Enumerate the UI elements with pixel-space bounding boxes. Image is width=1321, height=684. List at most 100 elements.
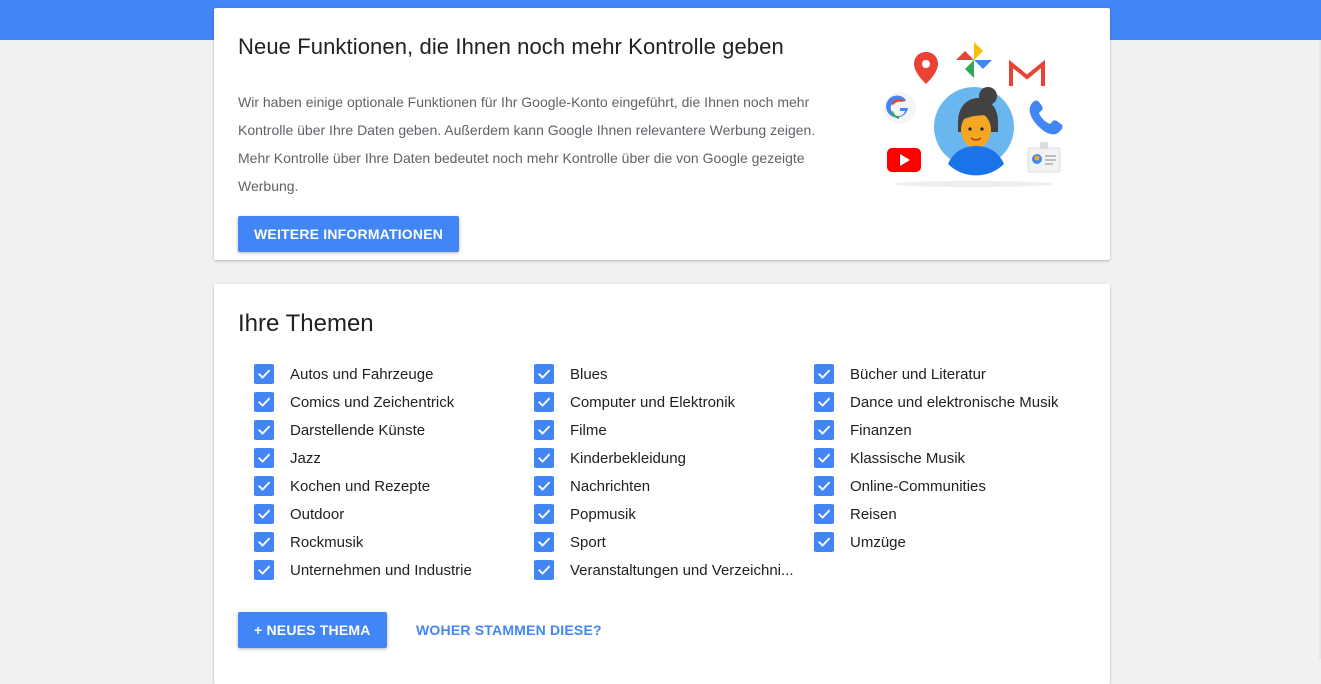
topic-label: Dance und elektronische Musik: [850, 393, 1059, 411]
topic-checkbox[interactable]: [254, 532, 274, 552]
topics-column: Bücher und Literatur Dance und elektroni…: [814, 360, 1084, 556]
checkmark-icon: [258, 565, 271, 575]
topic-label: Reisen: [850, 505, 897, 523]
topic-item[interactable]: Veranstaltungen und Verzeichni...: [534, 556, 804, 584]
checkmark-icon: [538, 369, 551, 379]
checkmark-icon: [258, 453, 271, 463]
topic-checkbox[interactable]: [254, 420, 274, 440]
topic-checkbox[interactable]: [814, 476, 834, 496]
topic-item[interactable]: Filme: [534, 416, 804, 444]
topic-item[interactable]: Kochen und Rezepte: [254, 472, 524, 500]
topics-column: Autos und Fahrzeuge Comics und Zeichentr…: [254, 360, 524, 584]
topics-column: Blues Computer und Elektronik Filme Kind…: [534, 360, 804, 584]
topic-label: Bücher und Literatur: [850, 365, 986, 383]
topic-label: Kinderbekleidung: [570, 449, 686, 467]
topic-checkbox[interactable]: [534, 560, 554, 580]
illustration-shadow: [893, 181, 1053, 187]
topic-item[interactable]: Popmusik: [534, 500, 804, 528]
checkmark-icon: [258, 537, 271, 547]
topic-item[interactable]: Finanzen: [814, 416, 1084, 444]
topic-item[interactable]: Sport: [534, 528, 804, 556]
topic-item[interactable]: Computer und Elektronik: [534, 388, 804, 416]
topic-item[interactable]: Autos und Fahrzeuge: [254, 360, 524, 388]
topic-item[interactable]: Outdoor: [254, 500, 524, 528]
user-avatar-icon: [934, 87, 1014, 176]
topic-item[interactable]: Dance und elektronische Musik: [814, 388, 1084, 416]
topic-item[interactable]: Rockmusik: [254, 528, 524, 556]
checkmark-icon: [818, 537, 831, 547]
maps-pin-icon: [914, 52, 938, 84]
topic-label: Klassische Musik: [850, 449, 966, 467]
add-topic-button[interactable]: + NEUES THEMA: [238, 612, 387, 648]
topic-checkbox[interactable]: [254, 364, 274, 384]
topic-item[interactable]: Nachrichten: [534, 472, 804, 500]
topics-card: Ihre Themen Autos und Fahrzeuge Comics u…: [214, 284, 1110, 684]
topic-checkbox[interactable]: [534, 364, 554, 384]
topic-label: Darstellende Künste: [290, 421, 426, 439]
promo-card: Neue Funktionen, die Ihnen noch mehr Kon…: [214, 8, 1110, 260]
topic-label: Jazz: [290, 449, 321, 467]
gmail-icon: [1009, 59, 1045, 86]
topic-checkbox[interactable]: [254, 392, 274, 412]
topic-checkbox[interactable]: [254, 560, 274, 580]
topic-checkbox[interactable]: [254, 504, 274, 524]
topic-checkbox[interactable]: [254, 476, 274, 496]
contact-card-icon: [1027, 142, 1061, 173]
topic-label: Umzüge: [850, 533, 906, 551]
topic-label: Popmusik: [570, 505, 636, 523]
topic-label: Outdoor: [290, 505, 345, 523]
promo-title: Neue Funktionen, die Ihnen noch mehr Kon…: [238, 34, 784, 59]
checkmark-icon: [258, 481, 271, 491]
checkmark-icon: [538, 481, 551, 491]
topic-label: Kochen und Rezepte: [290, 477, 431, 495]
topic-item[interactable]: Reisen: [814, 500, 1084, 528]
google-g-icon: [884, 92, 916, 124]
checkmark-icon: [258, 425, 271, 435]
topic-item[interactable]: Bücher und Literatur: [814, 360, 1084, 388]
checkmark-icon: [538, 509, 551, 519]
checkmark-icon: [538, 565, 551, 575]
topic-checkbox[interactable]: [814, 364, 834, 384]
topics-source-link[interactable]: WOHER STAMMEN DIESE?: [416, 622, 602, 638]
topic-label: Sport: [570, 533, 606, 551]
checkmark-icon: [258, 369, 271, 379]
checkmark-icon: [258, 509, 271, 519]
topic-item[interactable]: Online-Communities: [814, 472, 1084, 500]
topic-label: Comics und Zeichentrick: [290, 393, 455, 411]
topic-checkbox[interactable]: [534, 476, 554, 496]
topic-item[interactable]: Kinderbekleidung: [534, 444, 804, 472]
topic-item[interactable]: Jazz: [254, 444, 524, 472]
topic-checkbox[interactable]: [814, 504, 834, 524]
phone-icon: [1029, 100, 1063, 135]
topic-checkbox[interactable]: [814, 392, 834, 412]
topic-checkbox[interactable]: [254, 448, 274, 468]
topic-label: Blues: [570, 365, 608, 383]
checkmark-icon: [258, 397, 271, 407]
topic-checkbox[interactable]: [814, 420, 834, 440]
topic-item[interactable]: Klassische Musik: [814, 444, 1084, 472]
checkmark-icon: [818, 453, 831, 463]
photos-pinwheel-icon: [956, 42, 992, 78]
topic-label: Filme: [570, 421, 607, 439]
topic-checkbox[interactable]: [534, 392, 554, 412]
topic-label: Rockmusik: [290, 533, 364, 551]
topic-item[interactable]: Comics und Zeichentrick: [254, 388, 524, 416]
checkmark-icon: [818, 425, 831, 435]
topics-title: Ihre Themen: [238, 310, 374, 337]
topic-label: Finanzen: [850, 421, 912, 439]
topic-checkbox[interactable]: [814, 448, 834, 468]
topic-checkbox[interactable]: [534, 448, 554, 468]
topic-item[interactable]: Umzüge: [814, 528, 1084, 556]
topic-label: Veranstaltungen und Verzeichni...: [570, 561, 794, 579]
google-services-illustration: [878, 26, 1068, 196]
topic-checkbox[interactable]: [534, 504, 554, 524]
topic-item[interactable]: Darstellende Künste: [254, 416, 524, 444]
topic-checkbox[interactable]: [534, 532, 554, 552]
checkmark-icon: [818, 509, 831, 519]
topic-checkbox[interactable]: [534, 420, 554, 440]
topic-item[interactable]: Blues: [534, 360, 804, 388]
topic-item[interactable]: Unternehmen und Industrie: [254, 556, 524, 584]
topic-checkbox[interactable]: [814, 532, 834, 552]
topic-label: Autos und Fahrzeuge: [290, 365, 434, 383]
more-info-button[interactable]: WEITERE INFORMATIONEN: [238, 216, 460, 252]
